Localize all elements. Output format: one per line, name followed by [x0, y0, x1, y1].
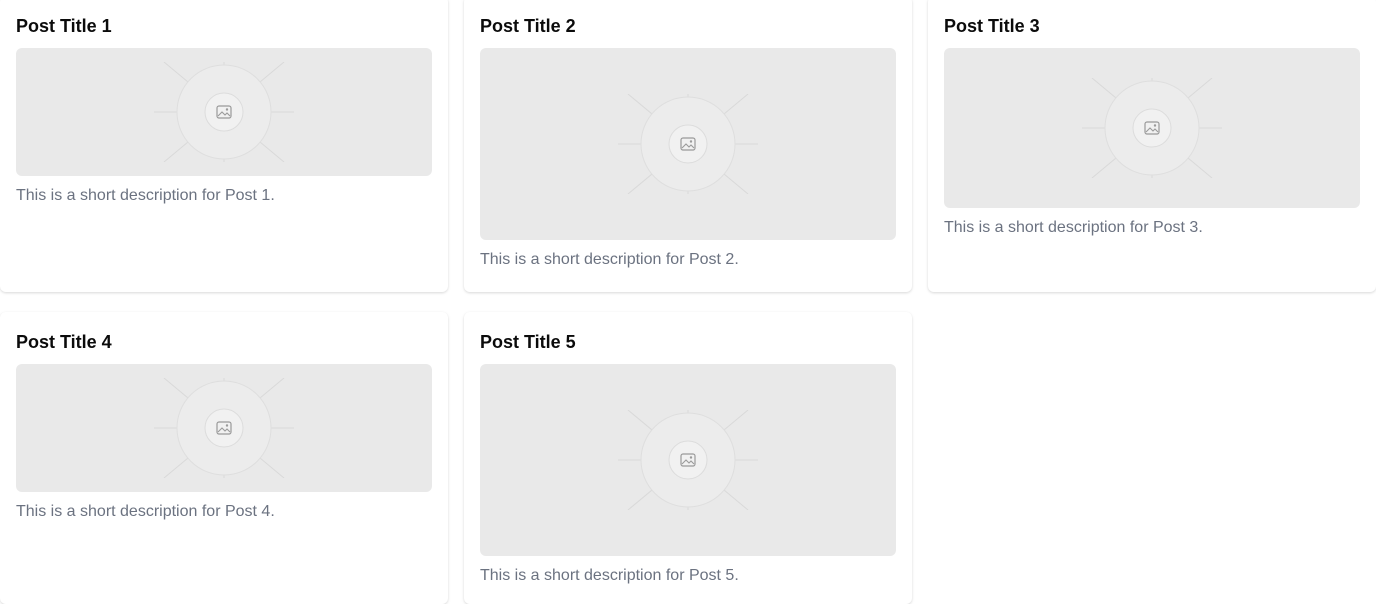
post-card-1[interactable]: Post Title 1 This is a short description… [0, 0, 448, 292]
post-description: This is a short description for Post 1. [16, 187, 275, 204]
image-placeholder-icon [154, 378, 294, 478]
post-description: This is a short description for Post 4. [16, 503, 275, 520]
post-description: This is a short description for Post 2. [480, 251, 739, 268]
post-title[interactable]: Post Title 2 [480, 12, 896, 40]
post-title[interactable]: Post Title 3 [944, 12, 1360, 40]
image-placeholder-icon [1082, 78, 1222, 178]
post-card-2[interactable]: Post Title 2 This is a short description… [464, 0, 912, 292]
post-image-placeholder [16, 48, 432, 176]
image-placeholder-icon [618, 410, 758, 510]
post-title[interactable]: Post Title 4 [16, 328, 432, 356]
post-image-placeholder [480, 364, 896, 556]
image-placeholder-icon [154, 62, 294, 162]
post-image-placeholder [16, 364, 432, 492]
post-description: This is a short description for Post 3. [944, 219, 1203, 236]
post-title[interactable]: Post Title 5 [480, 328, 896, 356]
post-card-4[interactable]: Post Title 4 This is a short description… [0, 312, 448, 604]
post-card-5[interactable]: Post Title 5 This is a short description… [464, 312, 912, 604]
image-placeholder-icon [618, 94, 758, 194]
post-description: This is a short description for Post 5. [480, 567, 739, 584]
post-card-3[interactable]: Post Title 3 This is a short description… [928, 0, 1376, 292]
post-image-placeholder [944, 48, 1360, 208]
post-image-placeholder [480, 48, 896, 240]
post-title[interactable]: Post Title 1 [16, 12, 432, 40]
